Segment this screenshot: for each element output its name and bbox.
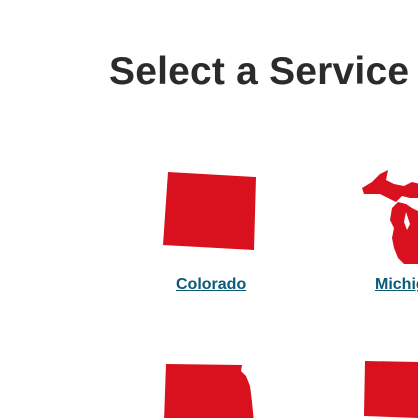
south-dakota-map-icon[interactable] xyxy=(162,362,258,418)
state-card-south-dakota[interactable] xyxy=(162,362,258,418)
michigan-map-icon[interactable] xyxy=(360,168,418,268)
state-card-fourth[interactable] xyxy=(362,358,418,418)
state-link-colorado[interactable]: Colorado xyxy=(176,276,246,294)
colorado-map-icon[interactable] xyxy=(160,168,260,254)
state-link-michigan[interactable]: Michig xyxy=(375,276,418,294)
page-title: Select a Service A xyxy=(109,50,418,93)
page: Select a Service A Colorado Michig xyxy=(0,0,418,418)
state-map-icon[interactable] xyxy=(362,358,418,418)
